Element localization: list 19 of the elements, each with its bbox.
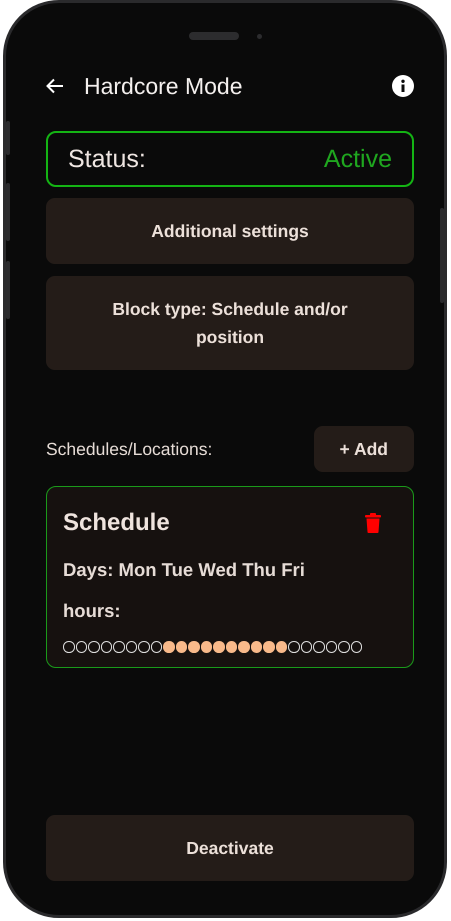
side-key xyxy=(6,261,10,319)
additional-settings-button[interactable]: Additional settings xyxy=(46,198,414,264)
add-button[interactable]: + Add xyxy=(314,426,414,472)
section-label: Schedules/Locations: xyxy=(46,438,212,460)
back-arrow-icon[interactable] xyxy=(46,78,64,94)
schedule-days: Days: Mon Tue Wed Thu Fri xyxy=(63,559,397,581)
side-key xyxy=(6,183,10,241)
status-value: Active xyxy=(324,144,392,174)
hours-label: hours: xyxy=(63,600,122,622)
front-camera xyxy=(256,34,262,38)
delete-icon[interactable] xyxy=(365,513,381,533)
speaker-grille xyxy=(188,32,238,40)
schedule-title: Schedule xyxy=(63,509,170,537)
screen-title: Hardcore Mode xyxy=(84,72,244,100)
status-label: Status: xyxy=(68,144,146,174)
deactivate-button[interactable]: Deactivate xyxy=(46,815,414,881)
side-key xyxy=(6,121,10,155)
block-type-button[interactable]: Block type: Schedule and/or position xyxy=(46,276,414,370)
info-icon[interactable] xyxy=(392,75,414,97)
